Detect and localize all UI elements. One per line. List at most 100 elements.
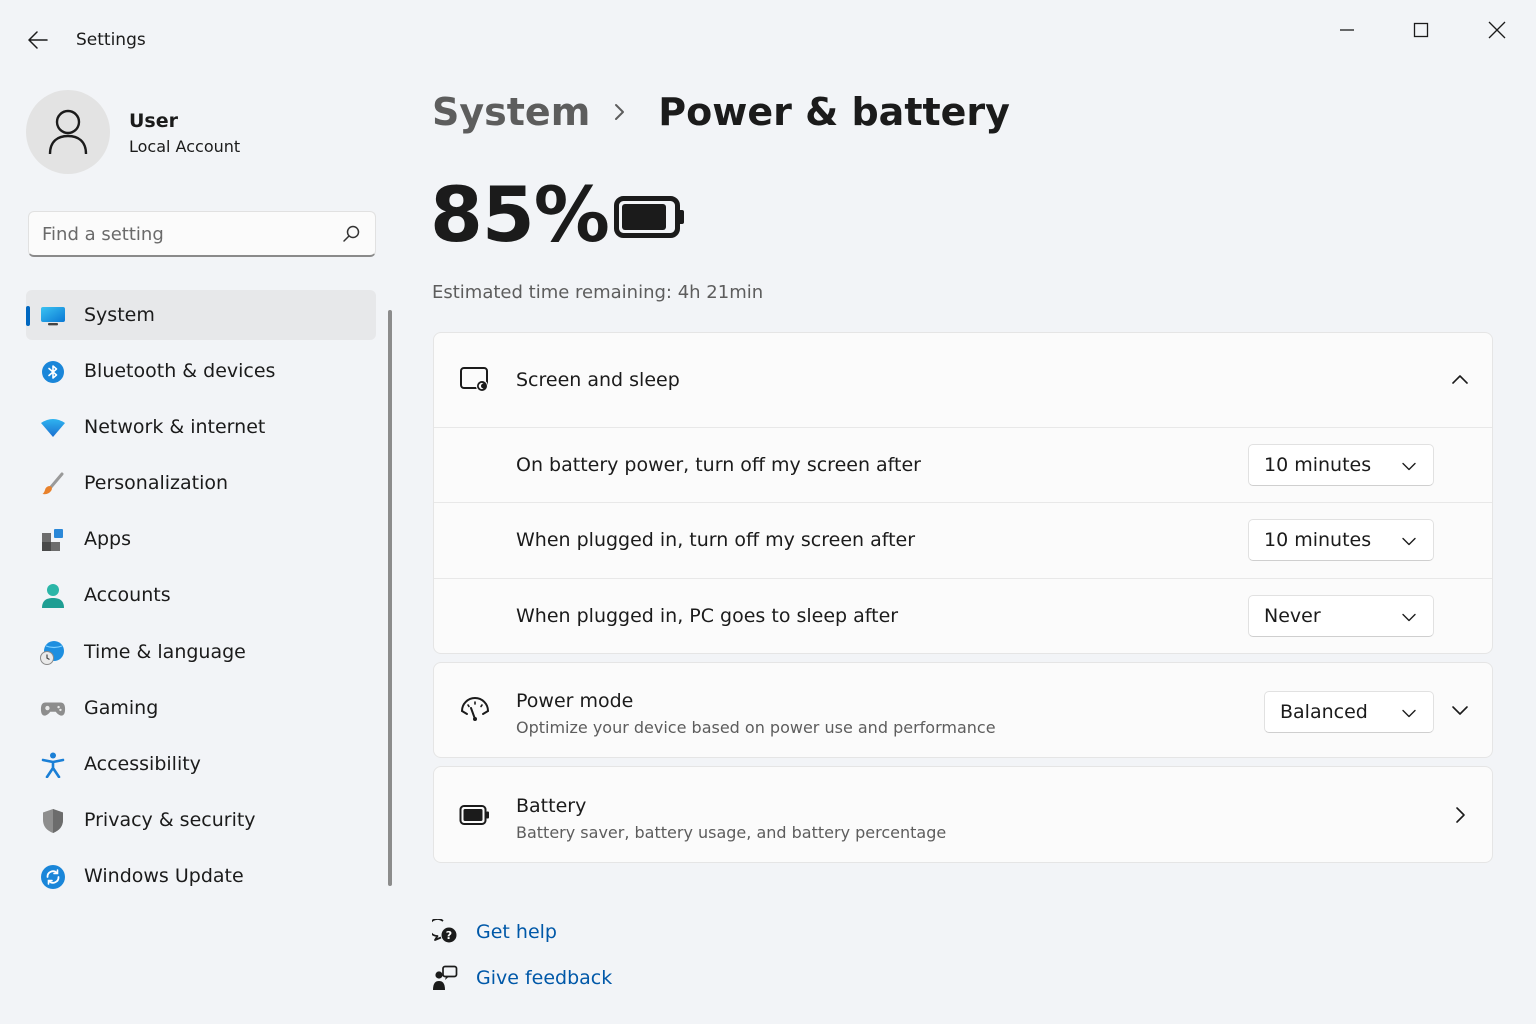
battery-percentage: 85% <box>430 170 610 259</box>
battery-card-subtitle: Battery saver, battery usage, and batter… <box>516 823 947 842</box>
sidebar-item-label: Personalization <box>84 472 229 495</box>
dropdown-value: Never <box>1264 605 1321 627</box>
help-chat-icon: ? <box>432 919 458 945</box>
power-mode-subtitle: Optimize your device based on power use … <box>516 718 996 737</box>
give-feedback-link[interactable]: Give feedback <box>432 963 612 993</box>
sidebar-item-gaming[interactable]: Gaming <box>26 683 376 733</box>
maximize-button[interactable] <box>1398 12 1444 48</box>
sidebar-item-label: Gaming <box>84 696 159 719</box>
battery-level-fill <box>622 204 666 230</box>
sidebar-item-label: Accessibility <box>84 752 201 775</box>
gamepad-icon <box>40 696 66 722</box>
globe-clock-icon <box>40 640 66 666</box>
maximize-icon <box>1413 22 1429 38</box>
accessibility-icon <box>40 752 66 778</box>
chevron-right-icon <box>614 102 634 122</box>
get-help-label[interactable]: Get help <box>476 921 557 943</box>
svg-text:?: ? <box>446 929 452 942</box>
setting-row-plugged-sleep: When plugged in, PC goes to sleep after … <box>434 578 1492 653</box>
setting-row-battery-screen-off: On battery power, turn off my screen aft… <box>434 427 1492 502</box>
minimize-icon <box>1340 29 1354 31</box>
sidebar-item-time-language[interactable]: Time & language <box>26 627 376 677</box>
sidebar-item-label: System <box>84 304 155 326</box>
breadcrumb: System Power & battery <box>432 84 1010 140</box>
sidebar-scrollbar[interactable] <box>388 310 392 886</box>
screen-and-sleep-header[interactable]: Screen and sleep <box>434 333 1492 427</box>
feedback-icon <box>432 965 458 991</box>
dropdown-value: 10 minutes <box>1264 529 1372 551</box>
get-help-link[interactable]: ? Get help <box>432 917 557 947</box>
user-card[interactable]: User Local Account <box>26 90 386 176</box>
minimize-button[interactable] <box>1324 12 1370 48</box>
battery-small-icon <box>458 798 492 832</box>
user-account-type: Local Account <box>129 137 241 156</box>
bluetooth-icon <box>40 359 66 385</box>
sidebar-item-label: Privacy & security <box>84 808 256 831</box>
sidebar-item-windows-update[interactable]: Windows Update <box>26 851 376 901</box>
sidebar-item-label: Bluetooth & devices <box>84 360 276 383</box>
give-feedback-label[interactable]: Give feedback <box>476 967 612 989</box>
setting-label: When plugged in, PC goes to sleep after <box>516 605 899 627</box>
setting-label: On battery power, turn off my screen aft… <box>516 454 921 476</box>
sidebar-item-label: Apps <box>84 528 132 551</box>
sidebar-item-network[interactable]: Network & internet <box>26 402 376 452</box>
setting-label: When plugged in, turn off my screen afte… <box>516 529 916 551</box>
paintbrush-icon <box>40 471 66 497</box>
plugged-sleep-dropdown[interactable]: Never <box>1248 595 1434 637</box>
chevron-down-icon <box>1401 609 1417 625</box>
search-box[interactable] <box>28 211 376 257</box>
person-icon <box>48 109 88 155</box>
chevron-up-icon[interactable] <box>1450 369 1470 389</box>
sidebar-item-bluetooth[interactable]: Bluetooth & devices <box>26 346 376 396</box>
accounts-person-icon <box>40 583 66 609</box>
wifi-icon <box>40 415 66 441</box>
plugged-screen-off-dropdown[interactable]: 10 minutes <box>1248 519 1434 561</box>
sidebar-item-personalization[interactable]: Personalization <box>26 458 376 508</box>
user-name: User <box>129 110 178 132</box>
breadcrumb-parent[interactable]: System <box>432 90 590 134</box>
close-icon <box>1488 21 1506 39</box>
page-title: Power & battery <box>658 90 1010 134</box>
power-mode-card[interactable]: Power mode Optimize your device based on… <box>433 662 1493 758</box>
back-arrow-icon <box>28 31 48 49</box>
chevron-down-icon <box>1401 533 1417 549</box>
close-button[interactable] <box>1474 12 1520 48</box>
screen-sleep-icon <box>458 363 492 397</box>
battery-card[interactable]: Battery Battery saver, battery usage, an… <box>433 766 1493 863</box>
app-title: Settings <box>76 30 146 50</box>
chevron-right-icon <box>1450 805 1470 825</box>
chevron-down-icon <box>1401 458 1417 474</box>
sidebar-item-accessibility[interactable]: Accessibility <box>26 739 376 789</box>
dropdown-value: Balanced <box>1280 701 1368 723</box>
battery-card-title: Battery <box>516 795 587 817</box>
estimated-time-remaining: Estimated time remaining: 4h 21min <box>432 282 764 303</box>
power-mode-title: Power mode <box>516 690 634 712</box>
apps-icon <box>40 527 66 553</box>
sidebar-nav: System Bluetooth & devices Network & int… <box>26 290 376 907</box>
search-icon[interactable] <box>341 224 361 244</box>
chevron-down-icon <box>1401 705 1417 721</box>
sidebar-item-label: Time & language <box>84 640 246 663</box>
settings-window: Settings User Local Account System <box>0 0 1536 1024</box>
screen-and-sleep-card: Screen and sleep On battery power, turn … <box>433 332 1493 654</box>
sidebar-item-accounts[interactable]: Accounts <box>26 570 376 620</box>
battery-screen-off-dropdown[interactable]: 10 minutes <box>1248 444 1434 486</box>
screen-and-sleep-title: Screen and sleep <box>516 369 680 391</box>
sidebar-item-system[interactable]: System <box>26 290 376 340</box>
sidebar-item-apps[interactable]: Apps <box>26 514 376 564</box>
update-icon <box>40 864 66 890</box>
battery-icon <box>614 196 684 238</box>
power-mode-gauge-icon <box>458 694 492 728</box>
title-bar: Settings <box>0 0 1536 80</box>
back-button[interactable] <box>24 26 52 54</box>
expand-chevron-down-icon[interactable] <box>1450 701 1470 721</box>
sidebar-item-label: Windows Update <box>84 864 244 887</box>
setting-row-plugged-screen-off: When plugged in, turn off my screen afte… <box>434 502 1492 577</box>
sidebar-item-privacy-security[interactable]: Privacy & security <box>26 795 376 845</box>
search-input[interactable] <box>42 221 332 247</box>
shield-icon <box>40 808 66 834</box>
sidebar-item-label: Network & internet <box>84 416 266 439</box>
power-mode-dropdown[interactable]: Balanced <box>1264 691 1434 733</box>
system-display-icon <box>40 303 66 329</box>
avatar <box>26 90 110 174</box>
